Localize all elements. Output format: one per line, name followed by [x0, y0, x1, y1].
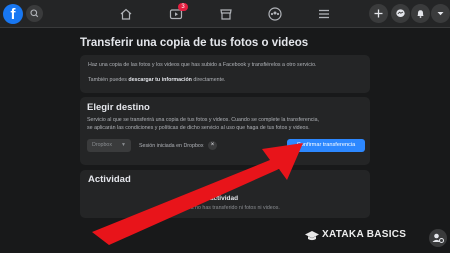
chevron-down-icon: [437, 12, 444, 16]
service-dropdown-value: Dropbox: [92, 142, 113, 148]
menu-icon[interactable]: [316, 6, 332, 22]
destination-description-line2: se aplicarán las condiciones y políticas…: [87, 125, 310, 131]
intro-download-suffix: directamente.: [191, 77, 226, 83]
graduation-cap-icon: [305, 231, 319, 241]
people-icon: [432, 233, 444, 243]
intro-download-line: También puedes descargar tu información …: [88, 77, 226, 83]
caret-down-icon: ▼: [121, 142, 126, 148]
account-menu-button[interactable]: [431, 4, 450, 23]
video-notification-badge: 3: [178, 3, 188, 11]
activity-empty-title: Sin actividad: [198, 195, 239, 202]
watermark-text: XATAKA BASICS: [322, 229, 407, 240]
home-icon[interactable]: [118, 6, 134, 22]
people-settings-icon[interactable]: [429, 229, 447, 247]
groups-icon[interactable]: [267, 6, 283, 22]
destination-heading: Elegir destino: [87, 102, 150, 113]
intro-card: Haz una copia de las fotos y los videos …: [80, 55, 370, 93]
activity-heading: Actividad: [88, 174, 131, 185]
notifications-button[interactable]: [411, 4, 430, 23]
messenger-icon: [396, 9, 405, 17]
intro-download-prefix: También puedes: [88, 77, 129, 83]
activity-empty-description: Todavía no has transferido ni fotos ni v…: [175, 205, 280, 211]
notifications-icon: [417, 10, 424, 18]
download-info-link[interactable]: descargar tu información: [128, 77, 192, 83]
disconnect-button[interactable]: ×: [208, 141, 217, 150]
facebook-logo[interactable]: f: [3, 4, 23, 24]
page-title: Transferir una copia de tus fotos o vide…: [80, 37, 309, 49]
marketplace-icon[interactable]: [218, 6, 234, 22]
destination-description-line1: Servicio al que se transferirá una copia…: [87, 117, 320, 123]
intro-description: Haz una copia de las fotos y los videos …: [88, 62, 317, 68]
confirm-transfer-button[interactable]: Confirmar transferencia: [287, 139, 365, 152]
create-button[interactable]: [369, 4, 388, 23]
search-icon: [30, 9, 39, 18]
search-button[interactable]: [26, 5, 43, 22]
service-dropdown[interactable]: Dropbox ▼: [87, 139, 131, 152]
messenger-button[interactable]: [391, 4, 410, 23]
top-navigation-bar: f 3: [0, 0, 450, 28]
session-status: Sesión iniciada en Dropbox: [139, 143, 204, 149]
destination-card: Elegir destino Servicio al que se transf…: [80, 97, 370, 165]
plus-icon: [374, 9, 383, 18]
activity-card: Actividad Sin actividad Todavía no has t…: [80, 170, 370, 218]
